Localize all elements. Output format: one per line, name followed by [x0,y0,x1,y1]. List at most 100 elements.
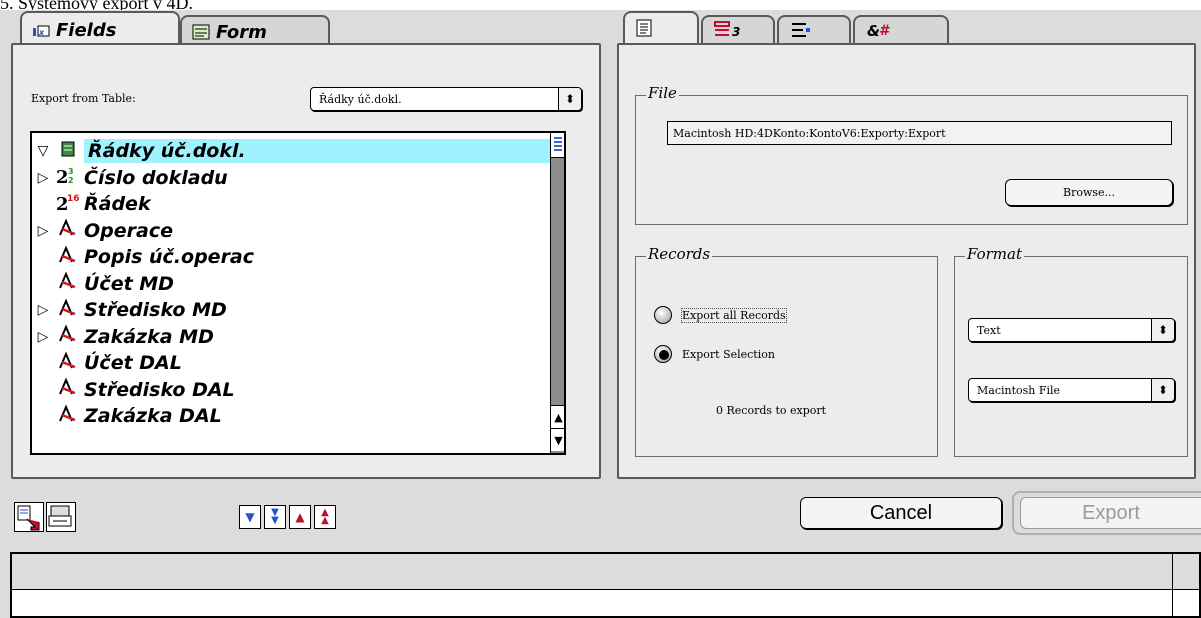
preview-list-header [12,554,1199,590]
tree-row[interactable]: Účet MD [32,271,550,297]
tree-row[interactable]: 2 16 Řádek [32,191,550,217]
tree-row-label: Zakázka DAL [84,405,222,427]
file-settings-icon [635,19,655,42]
tree-row[interactable]: ▽ Řádky úč.dokl. [32,138,550,164]
long-integer-icon: 2 16 [54,191,82,218]
tree-row-label: Středisko MD [84,299,227,321]
import-structure-icon [17,505,40,531]
file-group: File Macintosh HD:4DKonto:KontoV6:Export… [635,84,1188,225]
disclosure-triangle-icon[interactable]: ▷ [32,223,54,239]
tree-row[interactable]: ▷ Středisko MD [32,297,550,323]
tree-row[interactable]: Zakázka DAL [32,403,550,429]
tree-row[interactable]: Popis úč.operac [32,244,550,270]
tab-form-label: Form [216,21,267,43]
cancel-button[interactable]: Cancel [800,497,1002,529]
export-from-table-label: Export from Table: [31,92,136,105]
table-select-value: Řádky úč.dokl. [319,92,402,106]
column-divider [1172,554,1173,616]
disclosure-triangle-icon[interactable]: ▽ [32,143,54,159]
field-tree[interactable]: ▽ Řádky úč.dokl. ▷ 2 3 2 Číslo dokladu 2 16 Řádek… [30,131,566,455]
svg-text:16: 16 [67,194,80,204]
records-count: 0 Records to export [716,404,827,417]
browse-button[interactable]: Browse... [1005,179,1173,206]
tree-row[interactable]: ▷ 2 3 2 Číslo dokladu [32,165,550,191]
delimiter-icon [789,20,813,45]
radio-export-all[interactable] [654,306,672,324]
tree-row[interactable]: ▷ Operace [32,218,550,244]
tree-row-label: Operace [84,219,173,242]
records-group: Records Export all Records Export Select… [635,245,938,457]
tree-scrollbar[interactable]: ▲ ▼ [550,133,564,453]
form-icon [192,24,210,40]
svg-text:x: x [38,28,45,37]
svg-text:2: 2 [68,176,74,185]
export-all-records-option[interactable]: Export all Records [654,306,787,324]
tree-row-label: Číslo dokladu [84,166,228,189]
format-type-select[interactable]: Text ⬍ [968,318,1175,342]
popup-arrows-icon: ⬍ [558,88,581,110]
integer-icon: 232 [54,164,82,191]
save-structure-button[interactable] [46,502,76,532]
tree-row[interactable]: Středisko DAL [32,377,550,403]
move-down-button[interactable]: ▼ [239,505,261,529]
move-bottom-button[interactable]: ▼ ▼ [264,505,286,529]
export-selection-option[interactable]: Export Selection [654,345,775,363]
file-group-title: File [646,84,679,102]
alpha-icon [54,350,82,376]
alpha-icon [54,244,82,270]
svg-text:2: 2 [56,167,69,186]
scroll-down-icon[interactable]: ▼ [551,428,564,451]
popup-arrows-icon: ⬍ [1151,319,1174,341]
tree-row-label: Zakázka MD [84,325,214,348]
scroll-thumb[interactable] [551,133,564,158]
format-group-title: Format [965,245,1024,263]
tree-row-label: Popis úč.operac [84,246,255,268]
alpha-icon [54,324,82,349]
export-button[interactable]: Export [1020,497,1201,529]
char-map-icon: & # [865,20,895,45]
records-group-title: Records [646,245,713,263]
tree-row-label: Řádky úč.dokl. [84,139,550,163]
tree-row-label: Středisko DAL [84,378,235,401]
field-list-icon: 3 [713,20,741,45]
popup-arrows-icon: ⬍ [1151,379,1174,401]
alpha-icon [54,218,82,243]
move-top-button[interactable]: ▲ ▲ [314,505,336,529]
tree-row[interactable]: ▷ Zakázka MD [32,324,550,350]
fields-icon: x [32,22,50,38]
tree-row-label: Účet DAL [84,352,182,374]
export-all-records-label: Export all Records [681,307,787,323]
svg-text:3: 3 [732,25,740,39]
svg-text:3: 3 [68,167,74,176]
format-group: Format Text ⬍ Macintosh File ⬍ [954,245,1188,457]
tree-row-label: Řádek [84,193,151,215]
alpha-icon [54,297,82,323]
radio-export-selection[interactable] [654,345,672,363]
scroll-up-icon[interactable]: ▲ [551,405,564,428]
tree-row-label: Účet MD [84,272,174,295]
format-type-value: Text [977,323,1001,337]
move-up-button[interactable]: ▲ [289,505,311,529]
arrow-down-icon: ▼ [245,510,255,524]
file-path-field[interactable]: Macintosh HD:4DKonto:KontoV6:Exporty:Exp… [667,121,1172,145]
save-structure-icon [48,505,72,527]
arrow-up-icon: ▲ [295,510,305,524]
disclosure-triangle-icon[interactable]: ▷ [32,329,54,345]
svg-text:#: # [879,23,890,39]
alpha-icon [54,271,82,296]
import-structure-button[interactable] [14,502,44,532]
double-arrow-down-icon: ▼ ▼ [271,507,279,526]
alpha-icon [54,377,82,402]
destination-select[interactable]: Macintosh File ⬍ [968,378,1175,402]
tab-file-settings[interactable] [623,11,699,47]
disclosure-triangle-icon[interactable]: ▷ [32,170,54,186]
tab-fields[interactable]: x Fields [20,11,180,47]
double-arrow-up-icon: ▲ ▲ [321,507,329,526]
tab-fields-label: Fields [56,19,117,41]
alpha-icon [54,403,82,429]
destination-value: Macintosh File [977,383,1061,397]
export-selection-label: Export Selection [682,347,775,361]
disclosure-triangle-icon[interactable]: ▷ [32,302,54,318]
table-select[interactable]: Řádky úč.dokl. ⬍ [310,87,582,111]
tree-row[interactable]: Účet DAL [32,350,550,376]
